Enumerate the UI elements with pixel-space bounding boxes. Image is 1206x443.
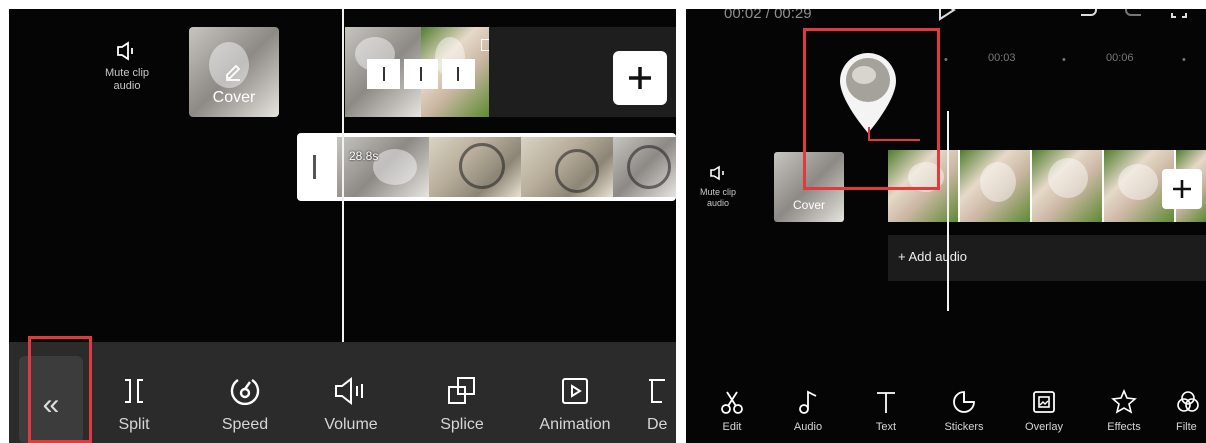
speed-label: Speed xyxy=(221,416,269,433)
effects-star-icon xyxy=(1096,389,1152,415)
edit-button[interactable]: Edit xyxy=(712,389,752,433)
effects-label: Effects xyxy=(1107,421,1141,433)
pencil-icon xyxy=(222,60,244,87)
text-icon xyxy=(866,389,906,415)
mute-clip-audio-button[interactable]: Mute clip audio xyxy=(690,165,746,209)
clip-duration: 28.8s xyxy=(349,149,379,163)
splice-icon xyxy=(429,374,495,408)
animation-icon xyxy=(532,374,618,408)
sticker-icon xyxy=(936,389,992,415)
split-button[interactable]: Split xyxy=(109,374,159,434)
stickers-label: Stickers xyxy=(944,421,984,433)
right-screenshot-panel: 00:02 / 00:29 • 00:03 • 00:06 • Mute cli… xyxy=(686,9,1206,443)
filters-label: Filte xyxy=(1176,421,1197,433)
timecode-total: 00:29 xyxy=(774,9,812,22)
edit-toolbar: « Split Speed Volume Splice Animation De xyxy=(9,342,676,443)
clip-frame xyxy=(429,137,521,197)
ruler-dot: • xyxy=(1182,54,1186,66)
splice-label: Splice xyxy=(440,416,484,433)
mute-clip-audio-label: Mute clip audio xyxy=(699,187,736,208)
speaker-icon xyxy=(116,41,138,61)
audio-button[interactable]: Audio xyxy=(786,389,830,433)
text-button[interactable]: Text xyxy=(866,389,906,433)
playhead[interactable] xyxy=(342,9,344,342)
cover-button[interactable]: Cover xyxy=(189,27,279,117)
undo-icon[interactable] xyxy=(1078,9,1098,24)
highlight-box-marker xyxy=(803,28,940,190)
speed-button[interactable]: Speed xyxy=(212,374,278,434)
left-screenshot-panel: Mute clip audio Cover 28.8s « Split Spee… xyxy=(9,9,676,443)
volume-icon xyxy=(314,374,388,408)
ruler-tick: 00:06 xyxy=(1106,52,1134,64)
cover-label: Cover xyxy=(212,89,256,106)
fullscreen-icon[interactable] xyxy=(1170,9,1188,24)
timecode-current: 00:02 xyxy=(724,9,762,22)
music-note-icon xyxy=(786,389,830,415)
filters-button[interactable]: Filte xyxy=(1176,389,1206,433)
highlight-box-collapse xyxy=(28,336,92,443)
plus-icon xyxy=(629,67,651,89)
clip-frame xyxy=(337,137,429,197)
playhead[interactable] xyxy=(947,111,949,311)
filter-icon xyxy=(1176,389,1206,415)
delete-button[interactable]: De xyxy=(647,374,676,434)
animation-label: Animation xyxy=(539,416,611,433)
clip-frame xyxy=(1032,150,1102,222)
animation-button[interactable]: Animation xyxy=(532,374,618,434)
add-clip-button[interactable] xyxy=(1162,169,1202,209)
edit-label: Edit xyxy=(722,421,742,433)
left-trim-handle[interactable] xyxy=(313,155,316,179)
delete-label: De xyxy=(647,416,668,433)
volume-button[interactable]: Volume xyxy=(314,374,388,434)
timecode-separator: / xyxy=(761,9,775,22)
effects-button[interactable]: Effects xyxy=(1096,389,1152,433)
split-label: Split xyxy=(118,416,150,433)
text-label: Text xyxy=(875,421,897,433)
mute-clip-audio-button[interactable]: Mute clip audio xyxy=(99,41,155,93)
stickers-button[interactable]: Stickers xyxy=(936,389,992,433)
cover-label: Cover xyxy=(792,198,825,212)
overlay-button[interactable]: Overlay xyxy=(1016,389,1072,433)
delete-icon xyxy=(647,374,676,408)
overlay-label: Overlay xyxy=(1025,421,1063,433)
clip-frame xyxy=(960,150,1030,222)
clip-frame xyxy=(521,137,613,197)
scissors-icon xyxy=(712,389,752,415)
ruler-dot: • xyxy=(944,54,948,66)
speed-icon xyxy=(212,374,278,408)
split-icon xyxy=(109,374,159,408)
play-icon[interactable] xyxy=(936,9,958,26)
splice-button[interactable]: Splice xyxy=(429,374,495,434)
plus-icon xyxy=(1173,180,1191,198)
selected-clip[interactable]: 28.8s xyxy=(297,133,676,201)
ruler-tick: 00:03 xyxy=(988,52,1016,64)
trim-handles[interactable] xyxy=(367,59,475,89)
timecode: 00:02 / 00:29 xyxy=(724,9,812,22)
add-audio-label: + Add audio xyxy=(898,249,968,264)
overlay-icon xyxy=(1016,389,1072,415)
add-clip-button[interactable] xyxy=(613,51,667,105)
volume-label: Volume xyxy=(324,416,378,433)
ruler-dot: • xyxy=(1062,54,1066,66)
add-audio-track[interactable]: + Add audio xyxy=(888,235,1206,281)
mute-clip-audio-label: Mute clip audio xyxy=(104,67,150,92)
speaker-icon xyxy=(709,165,727,181)
clip-frame xyxy=(613,137,676,197)
redo-icon[interactable] xyxy=(1124,9,1144,24)
audio-label: Audio xyxy=(793,421,823,433)
